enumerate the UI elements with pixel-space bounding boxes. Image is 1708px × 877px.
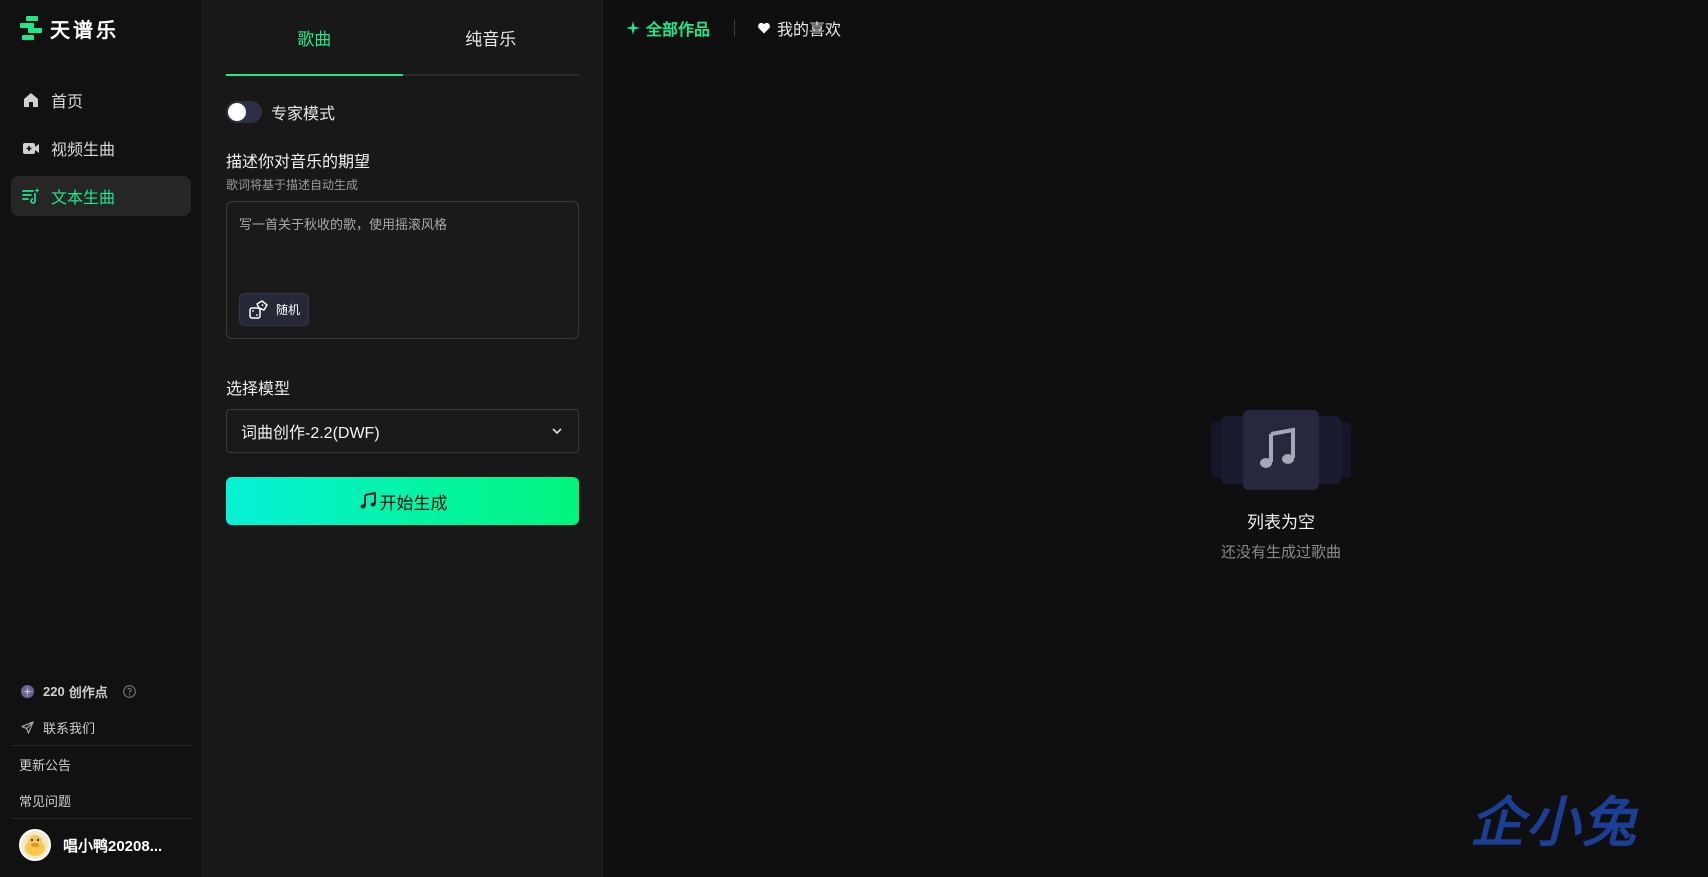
random-label: 随机 [276,303,301,317]
sidebar-item-video-to-music[interactable]: 视频生曲 [11,128,191,168]
empty-subtitle: 还没有生成过歌曲 [1220,544,1341,561]
app-name: 天谱乐 [50,19,119,42]
empty-state: 列表为空 还没有生成过歌曲 [1201,410,1361,562]
sidebar-footer: 220 创作点 联系我们 更新公告 常见问题 唱小鸭20208... [0,673,202,877]
filter-all-works[interactable]: 全部作品 [626,16,710,40]
tab-instrumental[interactable]: 纯音乐 [403,0,580,74]
tab-song[interactable]: 歌曲 [226,0,403,76]
sidebar-item-text-to-music[interactable]: 文本生曲 [11,176,191,216]
faq-link[interactable]: 常见问题 [0,782,202,818]
describe-title: 描述你对音乐的期望 [226,154,371,171]
works-area: 全部作品 我的喜欢 列表为空 还没有生成过歌曲 企小兔 [603,0,1708,877]
contact-us-link[interactable]: 联系我们 [0,709,202,745]
generate-label: 开始生成 [379,493,448,513]
sidebar-nav: 首页 视频生曲 文本生曲 [0,80,202,224]
home-icon [24,93,38,107]
sparkle-icon [626,21,640,35]
contact-us-label: 联系我们 [43,720,96,736]
empty-title: 列表为空 [1247,513,1315,532]
generate-button[interactable]: 开始生成 [226,477,579,525]
credits-amount: 220 [43,683,65,699]
works-filter-bar: 全部作品 我的喜欢 [603,0,1708,56]
credits-label: 创作点 [68,684,108,700]
credits: 220 创作点 [0,673,202,709]
expert-mode-toggle[interactable] [226,101,262,123]
logo[interactable]: 天谱乐 [0,0,202,44]
empty-music-icon [1211,410,1351,490]
chevron-down-icon [552,428,562,435]
logo-icon [20,16,42,40]
creation-panel: 歌曲 纯音乐 专家模式 描述你对音乐的期望 歌词将基于描述自动生成 随机 选择模… [203,0,603,877]
sidebar-item-label: 视频生曲 [51,142,116,159]
prompt-input[interactable] [239,214,566,294]
prompt-box: 随机 [226,201,579,339]
avatar [19,829,51,861]
filter-all-works-label: 全部作品 [646,22,711,39]
app-root: 天谱乐 首页 视频生曲 文本生曲 220 创作点 联系我们 更新公告 常见问题 … [0,0,1708,877]
heart-icon [758,22,770,34]
mode-tabs: 歌曲 纯音乐 [226,0,579,76]
expert-mode-row: 专家模式 [226,100,579,124]
dice-icon [249,299,268,319]
send-icon [21,720,34,734]
model-label: 选择模型 [226,381,291,398]
credit-coin-icon [20,684,35,698]
model-select[interactable]: 词曲创作-2.2(DWF) [226,409,579,453]
filter-separator [734,19,736,37]
sidebar-item-label: 文本生曲 [51,190,116,207]
expert-mode-label: 专家模式 [271,106,336,123]
filter-favorites-label: 我的喜欢 [777,22,842,39]
help-icon[interactable] [122,684,137,699]
describe-subtitle: 歌词将基于描述自动生成 [226,178,359,192]
sidebar-item-label: 首页 [51,94,84,111]
duck-avatar-icon [25,835,45,856]
model-selected-value: 词曲创作-2.2(DWF) [241,425,380,442]
video-icon [23,143,39,154]
music-note-icon [360,491,376,509]
user-profile[interactable]: 唱小鸭20208... [0,819,202,877]
user-name: 唱小鸭20208... [63,837,163,855]
watermark: 企小兔 [1470,791,1638,854]
updates-link[interactable]: 更新公告 [0,746,202,782]
sidebar-item-home[interactable]: 首页 [11,80,191,120]
text-music-icon [22,188,40,204]
random-button[interactable]: 随机 [239,293,310,326]
filter-favorites[interactable]: 我的喜欢 [757,16,841,40]
sidebar: 天谱乐 首页 视频生曲 文本生曲 220 创作点 联系我们 更新公告 常见问题 … [0,0,203,877]
